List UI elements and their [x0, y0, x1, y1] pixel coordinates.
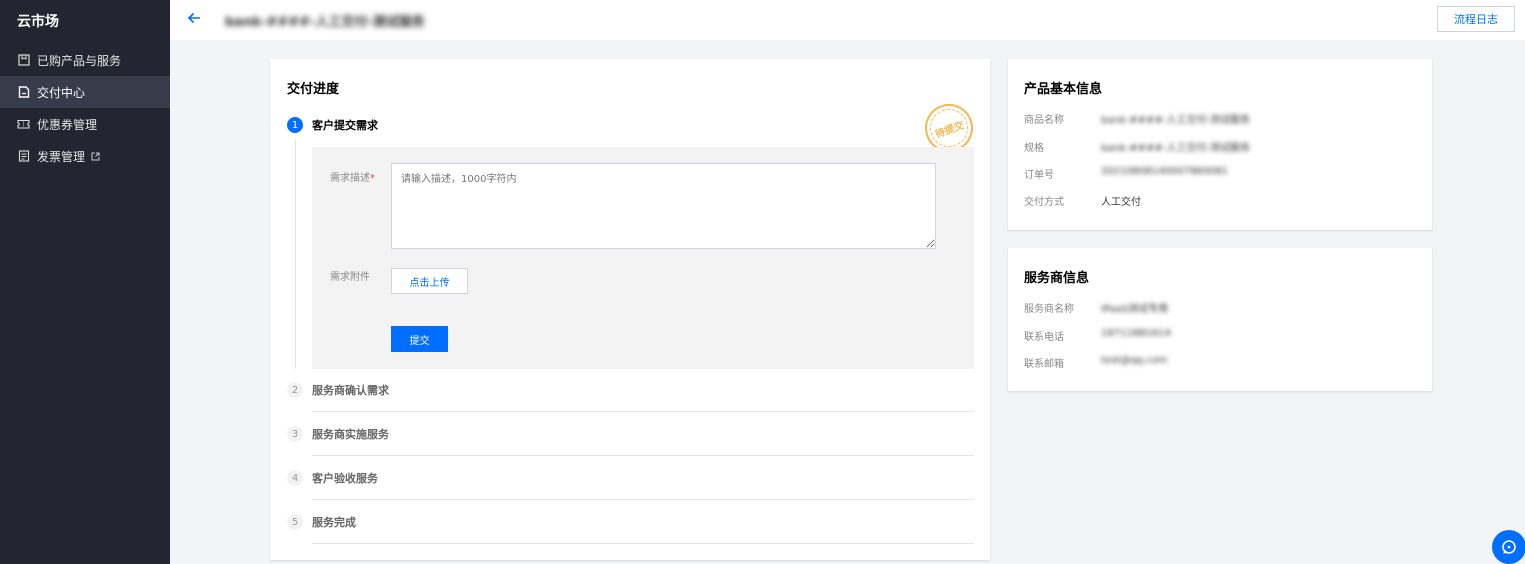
info-key: 订单号 — [1024, 170, 1054, 181]
required-mark: * — [370, 173, 375, 184]
info-key: 交付方式 — [1024, 197, 1064, 208]
invoice-icon — [17, 150, 30, 163]
back-arrow-icon[interactable] — [186, 10, 202, 26]
stamp-text: 待提交 — [933, 119, 966, 141]
info-key: 联系电话 — [1024, 332, 1064, 343]
sidebar-item-label: 优惠券管理 — [37, 117, 98, 132]
info-row-delivery-method: 交付方式 人工交付 — [1024, 193, 1141, 208]
sidebar: 云市场 已购产品与服务 交付中心 优惠券管理 发票管理 — [0, 0, 170, 564]
step-number: 2 — [287, 382, 303, 398]
info-key: 联系邮箱 — [1024, 359, 1064, 370]
info-value: bank-####-人工交付-测试服务 — [1101, 115, 1250, 126]
vendor-info-title: 服务商信息 — [1024, 271, 1090, 286]
step-4: 4 客户验收服务 — [287, 456, 974, 500]
product-info-title: 产品基本信息 — [1024, 82, 1103, 97]
info-row-phone: 联系电话 18711881614 — [1024, 328, 1171, 343]
submit-button[interactable]: 提交 — [391, 326, 448, 352]
page-title: bank-####-人工交付-测试服务 — [225, 15, 425, 30]
step-label: 客户提交需求 — [312, 119, 378, 132]
info-key: 商品名称 — [1024, 115, 1064, 126]
sidebar-item-label: 已购产品与服务 — [37, 53, 122, 68]
step-label: 服务完成 — [312, 516, 356, 529]
info-key: 服务商名称 — [1024, 304, 1074, 315]
product-info-card: 产品基本信息 商品名称 bank-####-人工交付-测试服务 规格 bank-… — [1008, 59, 1432, 230]
info-row-spec: 规格 bank-####-人工交付-测试服务 — [1024, 139, 1250, 154]
step-connector — [295, 139, 296, 369]
coupon-icon — [17, 118, 30, 131]
vendor-info-card: 服务商信息 服务商名称 IPaaS测试专用 联系电话 18711881614 联… — [1008, 248, 1432, 391]
headset-icon — [1502, 540, 1516, 554]
step-3: 3 服务商实施服务 — [287, 412, 974, 456]
top-bar: bank-####-人工交付-测试服务 流程日志 — [170, 0, 1525, 40]
sidebar-item-label: 交付中心 — [37, 85, 86, 100]
step-1: 1 客户提交需求 — [287, 117, 378, 133]
external-link-icon — [91, 152, 100, 161]
info-row-email: 联系邮箱 test@qq.com — [1024, 355, 1167, 370]
help-chat-button[interactable] — [1492, 530, 1525, 564]
sidebar-item-coupons[interactable]: 优惠券管理 — [0, 108, 170, 140]
info-value: 20210808140007860081 — [1101, 166, 1229, 177]
info-row-order-no: 订单号 20210808140007860081 — [1024, 166, 1228, 181]
document-icon — [17, 86, 30, 99]
info-row-product-name: 商品名称 bank-####-人工交付-测试服务 — [1024, 111, 1250, 126]
brand-title: 云市场 — [17, 14, 59, 30]
description-textarea[interactable] — [391, 163, 936, 249]
attachment-label: 需求附件 — [330, 272, 370, 283]
step-number: 1 — [287, 117, 303, 133]
upload-button[interactable]: 点击上传 — [391, 268, 468, 294]
info-value: 18711881614 — [1101, 328, 1171, 339]
step-label: 服务商实施服务 — [312, 428, 389, 441]
step-label: 服务商确认需求 — [312, 384, 389, 397]
step-number: 3 — [287, 426, 303, 442]
info-value: test@qq.com — [1101, 355, 1168, 366]
step-2: 2 服务商确认需求 — [287, 368, 974, 412]
info-key: 规格 — [1024, 143, 1044, 154]
box-icon — [17, 54, 30, 67]
vendor-name-link[interactable]: IPaaS测试专用 — [1101, 300, 1168, 315]
step-number: 4 — [287, 470, 303, 486]
sidebar-item-invoices[interactable]: 发票管理 — [0, 140, 170, 172]
progress-title: 交付进度 — [287, 82, 340, 97]
info-row-vendor-name: 服务商名称 IPaaS测试专用 — [1024, 300, 1168, 315]
sidebar-item-label: 发票管理 — [37, 149, 86, 164]
delivery-progress-card: 交付进度 1 客户提交需求 待提交 需求描述* 需求附件 点击上传 提交 2 服… — [270, 59, 990, 560]
info-value: bank-####-人工交付-测试服务 — [1101, 143, 1250, 154]
info-value: 人工交付 — [1101, 197, 1141, 208]
sidebar-item-purchased[interactable]: 已购产品与服务 — [0, 44, 170, 76]
flow-log-button[interactable]: 流程日志 — [1437, 6, 1515, 32]
requirement-form: 需求描述* 需求附件 点击上传 提交 — [312, 147, 974, 369]
step-number: 5 — [287, 514, 303, 530]
sidebar-item-delivery[interactable]: 交付中心 — [0, 76, 170, 108]
step-5: 5 服务完成 — [287, 500, 974, 544]
desc-label: 需求描述* — [330, 173, 375, 184]
step-label: 客户验收服务 — [312, 472, 378, 485]
